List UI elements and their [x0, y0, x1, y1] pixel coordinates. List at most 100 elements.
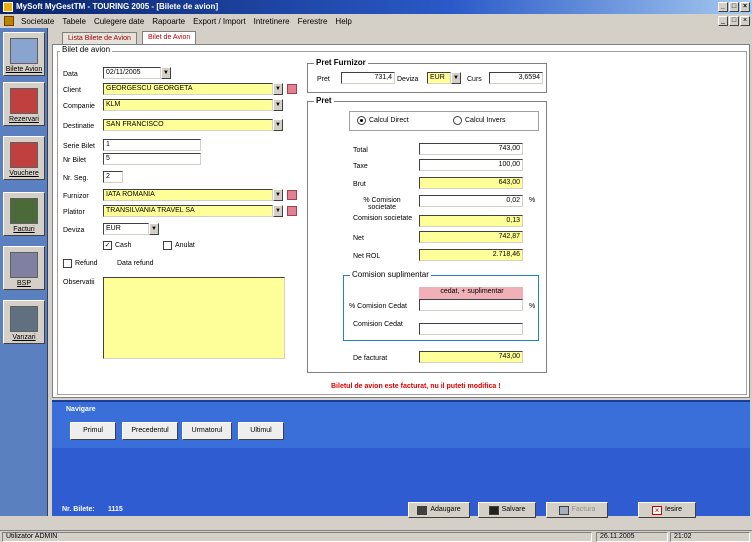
serie-bilet-field[interactable]: 1 [103, 139, 201, 151]
calcul-direct-radio[interactable] [357, 116, 366, 125]
invoice-print-icon [558, 505, 569, 515]
total-label: Total [353, 147, 368, 154]
save-button[interactable]: Salvare [478, 502, 536, 518]
furnizor-lookup-button[interactable] [287, 190, 297, 200]
deviza-furnizor-dropdown-button[interactable]: ▼ [451, 72, 461, 84]
data-field[interactable]: 02/11/2005 [103, 67, 161, 79]
furnizor-dropdown-button[interactable]: ▼ [273, 189, 283, 201]
mdi-minimize-button[interactable]: _ [718, 16, 728, 26]
comision-cedat-pct-field[interactable] [419, 299, 523, 311]
destinatie-dropdown-button[interactable]: ▼ [273, 119, 283, 131]
platitor-label: Platitor [63, 209, 85, 216]
taxe-field[interactable]: 100,00 [419, 159, 523, 171]
platitor-lookup-button[interactable] [287, 206, 297, 216]
pret-furnizor-label: Pret [317, 76, 330, 83]
sidebar-bilete-avion[interactable]: Bilete Avion [3, 32, 45, 76]
next-record-button[interactable]: Urmatorul [182, 422, 232, 440]
menu-intretinere[interactable]: Intretinere [250, 17, 294, 26]
data-dropdown-button[interactable]: ▼ [161, 67, 171, 79]
airplane-icon [10, 38, 38, 64]
deviza-furnizor-field[interactable]: EUR [427, 72, 451, 84]
nr-bilet-field[interactable]: 5 [103, 153, 201, 165]
form-panel: Bilet de avion Data 02/11/2005 ▼ Client … [52, 44, 750, 398]
pret-furnizor-field[interactable]: 731,4 [341, 72, 395, 84]
furnizor-field[interactable]: IATA ROMANIA [103, 189, 273, 201]
status-time: 21:02 [670, 532, 750, 542]
comision-field[interactable]: 0,13 [419, 215, 523, 227]
client-label: Client [63, 87, 81, 94]
nr-seg-label: Nr. Seg. [63, 175, 89, 182]
calcul-invers-radio[interactable] [453, 116, 462, 125]
maximize-button[interactable]: □ [729, 2, 739, 12]
client-dropdown-button[interactable]: ▼ [273, 83, 283, 95]
comision-pct-field[interactable]: 0,02 [419, 195, 523, 207]
close-window-button[interactable]: × [740, 2, 750, 12]
total-field[interactable]: 743,00 [419, 143, 523, 155]
sidebar-bsp[interactable]: BSP [3, 246, 45, 290]
comision-cedat-pct-sign: % [529, 303, 536, 310]
sidebar-vouchere[interactable]: Vouchere [3, 136, 45, 180]
sidebar-facturi[interactable]: Facturi [3, 192, 45, 236]
pret-furnizor-title: Pret Furnizor [314, 58, 368, 67]
comision-label: Comision societate [353, 215, 413, 222]
reservation-book-icon [10, 88, 38, 114]
menu-app-icon[interactable] [4, 16, 14, 26]
previous-record-button[interactable]: Precedentul [122, 422, 178, 440]
footer-panel: Nr. Bilete: 1115 Adaugare Salvare Factur… [52, 448, 750, 518]
menu-export-import[interactable]: Export / Import [189, 17, 249, 26]
comision-cedat-label: Comision Cedat [353, 321, 403, 328]
platitor-dropdown-button[interactable]: ▼ [273, 205, 283, 217]
menu-culegere-date[interactable]: Culegere date [90, 17, 148, 26]
mdi-restore-button[interactable]: □ [729, 16, 739, 26]
companie-label: Companie [63, 103, 95, 110]
curs-label: Curs [467, 76, 482, 83]
comision-suplimentar-title: Comision suplimentar [350, 270, 431, 279]
taxe-label: Taxe [353, 163, 368, 170]
curs-field[interactable]: 3,6594 [489, 72, 543, 84]
cash-checkbox[interactable]: ✓ [103, 241, 112, 250]
tab-bilet-avion[interactable]: Bilet de Avion [142, 31, 197, 45]
comision-pct-sign: % [529, 197, 536, 204]
menu-rapoarte[interactable]: Rapoarte [148, 17, 189, 26]
minimize-button[interactable]: _ [718, 2, 728, 12]
first-record-button[interactable]: Primul [70, 422, 116, 440]
observatii-textarea[interactable] [103, 277, 285, 359]
client-field[interactable]: GEORGESCU GEORGETA [103, 83, 273, 95]
mdi-close-button[interactable]: × [740, 16, 750, 26]
companie-field[interactable]: KLM [103, 99, 273, 111]
refund-label: Refund [75, 260, 98, 267]
platitor-field[interactable]: TRANSILVANIA TRAVEL SA [103, 205, 273, 217]
deviza-field[interactable]: EUR [103, 223, 149, 235]
sales-icon [10, 306, 38, 332]
net-rol-label: Net ROL [353, 253, 381, 260]
client-lookup-button[interactable] [287, 84, 297, 94]
invoice-button[interactable]: Factura [546, 502, 608, 518]
nr-seg-field[interactable]: 2 [103, 171, 123, 183]
anulat-checkbox[interactable] [163, 241, 172, 250]
menu-help[interactable]: Help [331, 17, 355, 26]
app-icon [3, 2, 13, 12]
menu-societate[interactable]: Societate [17, 17, 58, 26]
companie-dropdown-button[interactable]: ▼ [273, 99, 283, 111]
exit-button[interactable]: × Iesire [638, 502, 696, 518]
sidebar-rezervari[interactable]: Rezervari [3, 82, 45, 126]
menu-ferestre[interactable]: Ferestre [294, 17, 332, 26]
add-record-icon [417, 505, 428, 515]
comision-cedat-field[interactable] [419, 323, 523, 335]
net-rol-field[interactable]: 2.718,46 [419, 249, 523, 261]
navigare-title: Navigare [66, 406, 96, 413]
brut-field[interactable]: 643,00 [419, 177, 523, 189]
calcul-direct-label: Calcul Direct [369, 117, 409, 124]
destinatie-field[interactable]: SAN FRANCISCO [103, 119, 273, 131]
de-facturat-field[interactable]: 743,00 [419, 351, 523, 363]
sidebar-vanzari[interactable]: Vanzari [3, 300, 45, 344]
deviza-dropdown-button[interactable]: ▼ [149, 223, 159, 235]
net-field[interactable]: 742,87 [419, 231, 523, 243]
refund-checkbox[interactable] [63, 259, 72, 268]
last-record-button[interactable]: Ultimul [238, 422, 284, 440]
menu-tabele[interactable]: Tabele [58, 17, 90, 26]
brut-label: Brut [353, 181, 366, 188]
data-refund-label: Data refund [117, 260, 154, 267]
add-record-button[interactable]: Adaugare [408, 502, 470, 518]
comision-cedat-pct-label: % Comision Cedat [349, 303, 407, 310]
